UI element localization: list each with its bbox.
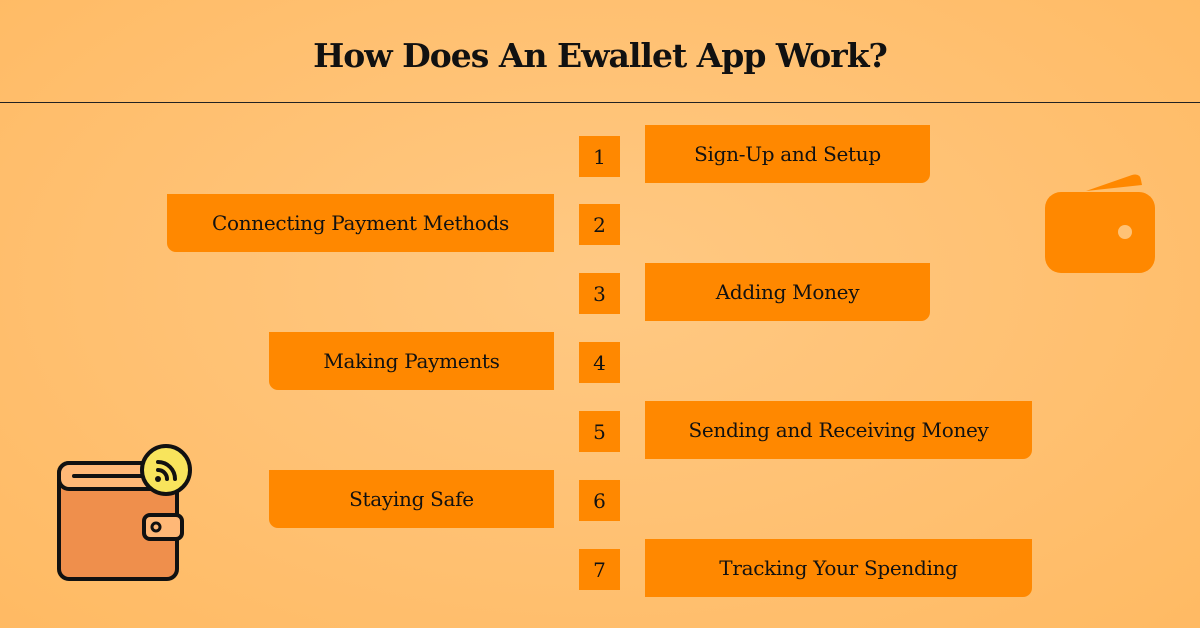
step-number-1: 1 (579, 136, 620, 177)
step-number-4: 4 (579, 342, 620, 383)
step-number-7: 7 (579, 549, 620, 590)
step-number-3: 3 (579, 273, 620, 314)
step-label-5: Sending and Receiving Money (645, 401, 1032, 459)
step-label-6: Staying Safe (269, 470, 554, 528)
wallet-icon (1045, 174, 1155, 273)
step-label-4: Making Payments (269, 332, 554, 390)
step-number-2: 2 (579, 204, 620, 245)
step-label-2: Connecting Payment Methods (167, 194, 554, 252)
step-label-1: Sign-Up and Setup (645, 125, 930, 183)
step-number-6: 6 (579, 480, 620, 521)
step-number-5: 5 (579, 411, 620, 452)
contactless-wallet-icon (57, 444, 192, 581)
page-title: How Does An Ewallet App Work? (313, 36, 888, 75)
step-label-7: Tracking Your Spending (645, 539, 1032, 597)
title-divider (0, 102, 1200, 103)
step-label-3: Adding Money (645, 263, 930, 321)
